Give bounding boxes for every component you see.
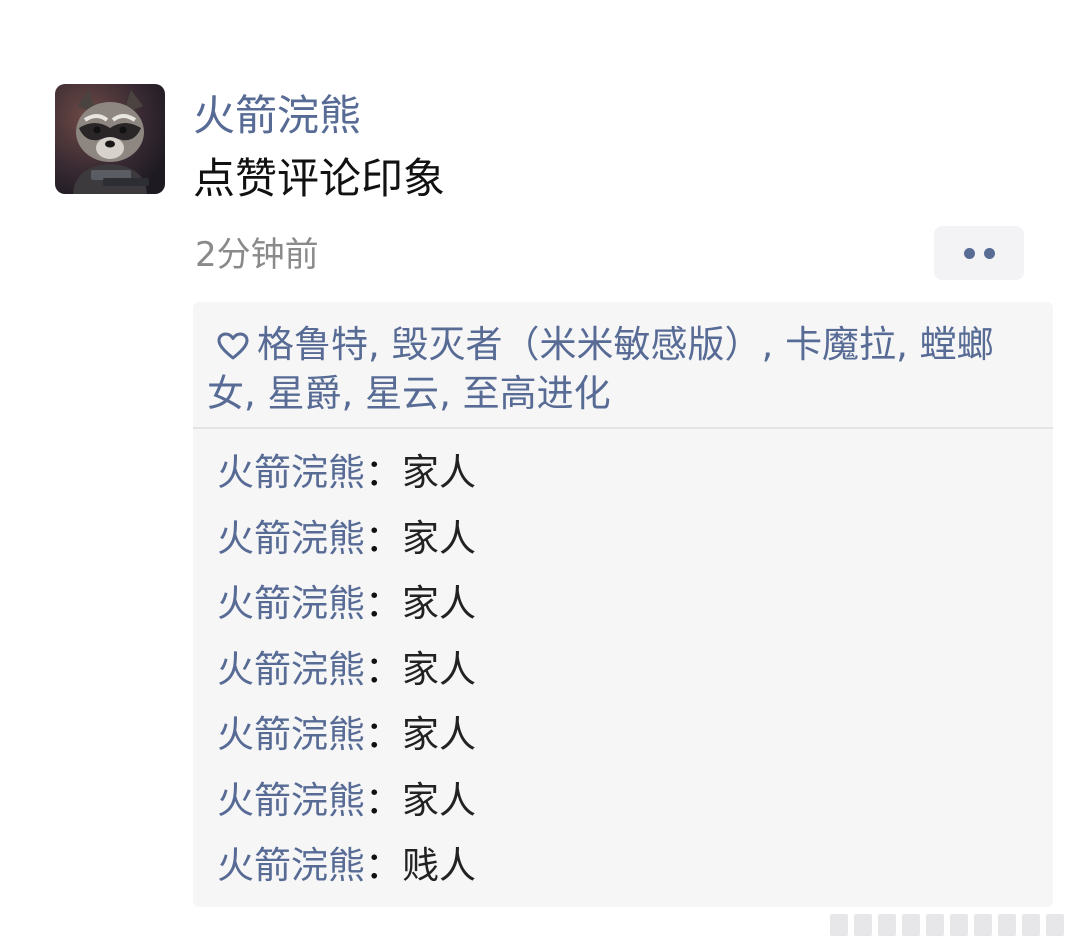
post-timestamp: 2分钟前 [195,235,319,275]
comment-author[interactable]: 火箭浣熊 [217,451,365,494]
comment-row[interactable]: 火箭浣熊：家人 [217,642,1037,708]
comment-author[interactable]: 火箭浣熊 [217,582,365,625]
likes-list: 格鲁特, 毁灭者（米米敏感版）, 卡魔拉, 螳螂女, 星爵, 星云, 至高进化 [207,322,1037,417]
comment-colon: ： [365,778,402,822]
moment-post: 火箭浣熊 点赞评论印象 2分钟前 格鲁特, 毁灭者（米米敏感版）, 卡魔拉, 螳… [0,0,1080,950]
comment-text: 家人 [402,778,476,822]
comment-colon: ： [365,713,402,756]
comment-text: 家人 [402,582,476,625]
liker-separator: , [244,372,268,415]
comment-row[interactable]: 火箭浣熊：家人 [217,707,1037,773]
comment-author[interactable]: 火箭浣熊 [217,648,365,691]
post-text: 点赞评论印象 [193,154,446,203]
comment-row[interactable]: 火箭浣熊：家人 [217,576,1037,642]
post-author[interactable]: 火箭浣熊 [193,88,361,144]
comment-author[interactable]: 火箭浣熊 [217,844,365,887]
raccoon-avatar-icon [55,84,165,194]
watermark [830,914,1064,936]
comment-colon: ： [365,516,402,560]
comment-colon: ： [365,844,402,887]
comment-text: 家人 [402,713,476,756]
interaction-panel: 格鲁特, 毁灭者（米米敏感版）, 卡魔拉, 螳螂女, 星爵, 星云, 至高进化 … [193,302,1053,907]
liker-separator: , [439,372,463,415]
likers: 格鲁特, 毁灭者（米米敏感版）, 卡魔拉, 螳螂女, 星爵, 星云, 至高进化 [207,323,994,415]
comment-row[interactable]: 火箭浣熊：贱人 [217,838,1037,904]
liker-name[interactable]: 星爵 [268,372,342,415]
liker-separator: , [341,372,366,415]
comment-text: 家人 [402,647,476,691]
comment-text: 家人 [402,516,476,560]
liker-name[interactable]: 至高进化 [463,372,611,415]
liker-name[interactable]: 格鲁特 [257,323,368,366]
liker-separator: , [761,323,786,366]
comment-author[interactable]: 火箭浣熊 [217,517,365,560]
comment-row[interactable]: 火箭浣熊：家人 [217,511,1037,577]
comment-row[interactable]: 火箭浣熊：家人 [217,773,1037,839]
liker-separator: , [368,323,392,366]
comment-text: 家人 [402,451,476,494]
heart-outline-icon [217,325,249,371]
comment-colon: ： [365,647,402,691]
comments-list: 火箭浣熊：家人 火箭浣熊：家人 火箭浣熊：家人 火箭浣熊：家人 火箭浣熊：家人 火箭浣熊：… [217,445,1037,904]
dot [964,248,975,259]
comment-colon: ： [365,451,402,494]
divider [193,427,1053,429]
comment-colon: ： [365,582,402,625]
avatar[interactable] [55,84,165,194]
comment-text: 贱人 [402,844,476,887]
liker-name[interactable]: 毁灭者（米米敏感版） [392,323,762,366]
more-button[interactable] [934,226,1024,280]
liker-name[interactable]: 星云 [365,372,439,415]
comment-author[interactable]: 火箭浣熊 [217,779,365,822]
dot [984,248,995,259]
liker-name[interactable]: 卡魔拉 [785,323,896,366]
liker-separator: , [896,323,920,366]
comment-row[interactable]: 火箭浣熊：家人 [217,445,1037,511]
comment-author[interactable]: 火箭浣熊 [217,713,365,756]
